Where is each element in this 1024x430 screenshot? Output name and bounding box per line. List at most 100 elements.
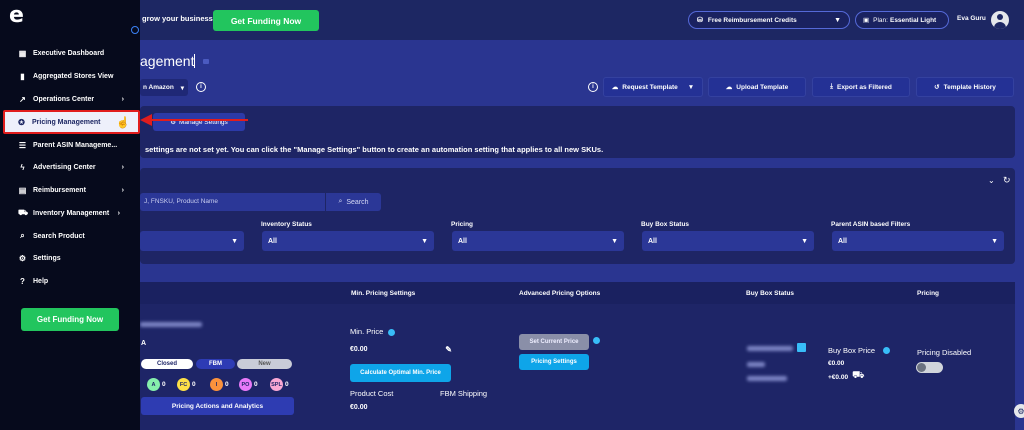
sidebar-item-advertising-center[interactable]: ϟ Advertising Center ›: [6, 159, 134, 175]
user-name: Eva Guru: [957, 15, 986, 22]
counter-po-badge: PO: [239, 378, 252, 391]
get-funding-button[interactable]: Get Funding Now: [213, 10, 319, 31]
refresh-icon[interactable]: ↻: [1003, 175, 1011, 186]
filter-select-status[interactable]: ▼: [140, 231, 244, 251]
upload-template-button[interactable]: ☁ Upload Template: [708, 77, 806, 97]
sidebar-item-executive-dashboard[interactable]: ▦ Executive Dashboard: [6, 45, 134, 61]
topbar-tagline: grow your business!: [142, 14, 216, 23]
pricing-filter-label: Pricing: [451, 221, 474, 228]
set-current-price-button[interactable]: Set Current Price: [519, 334, 589, 350]
chevron-right-icon: ›: [121, 186, 124, 194]
pricing-filter-value: All: [458, 237, 467, 245]
sidebar-item-label: Executive Dashboard: [33, 49, 105, 57]
history-icon: ↺: [934, 84, 940, 91]
chevron-down-icon: ▼: [834, 16, 841, 24]
marketplace-select[interactable]: n Amazon ▾: [140, 79, 188, 96]
list-icon: ☰: [18, 140, 27, 150]
bookmark-icon[interactable]: [203, 59, 209, 64]
sidebar-item-aggregated-stores[interactable]: ▮ Aggregated Stores View: [6, 68, 134, 84]
hand-cursor-icon: ☝: [116, 117, 130, 129]
parent-asin-filter-select[interactable]: All ▼: [832, 231, 1004, 251]
sidebar-item-inventory-management[interactable]: ⛟ Inventory Management ›: [6, 205, 134, 221]
sidebar-get-funding-button[interactable]: Get Funding Now: [21, 308, 119, 331]
plan-prefix: Plan:: [873, 16, 888, 24]
min-price-value-field[interactable]: €0.00 ✎: [350, 342, 452, 356]
plan-badge[interactable]: ▣ Plan: Essential Light: [855, 11, 949, 29]
counter-fc-badge: FC: [177, 378, 190, 391]
user-icon: [997, 14, 1003, 20]
search-input[interactable]: J, FNSKU, Product Name: [140, 193, 325, 211]
search-icon: ⌕: [338, 198, 343, 205]
buy-box-price-value: €0.00: [828, 360, 845, 367]
counter-spl-count: 0: [285, 381, 289, 388]
sidebar-item-search-product[interactable]: ⌕ Search Product: [6, 228, 134, 244]
credits-label: Free Reimbursement Credits: [707, 16, 797, 24]
sidebar-item-label: Advertising Center: [33, 163, 96, 171]
counter-a-badge: A: [147, 378, 160, 391]
template-history-label: Template History: [943, 83, 996, 91]
sidebar-item-parent-asin[interactable]: ☰ Parent ASIN Manageme...: [6, 137, 134, 153]
plan-icon: ▣: [863, 17, 870, 24]
closed-badge: Closed: [141, 359, 193, 369]
search-icon: ⌕: [20, 231, 25, 240]
page-title: agement: [140, 53, 195, 69]
pencil-icon[interactable]: ✎: [445, 345, 452, 354]
cloud-download-icon: ☁: [611, 84, 619, 91]
logo-icon[interactable]: e: [9, 5, 29, 28]
info-icon[interactable]: i: [588, 82, 598, 92]
sidebar-toggle-icon[interactable]: [131, 26, 139, 34]
buybox-status-label: Buy Box Status: [641, 221, 690, 228]
chevron-down-icon[interactable]: ⌄: [988, 176, 995, 185]
col-advanced-pricing: Advanced Pricing Options: [519, 290, 601, 297]
dashboard-icon: ▦: [18, 48, 27, 58]
sidebar-item-label: Help: [33, 277, 49, 285]
info-icon[interactable]: i: [196, 82, 206, 92]
pricing-filter-select[interactable]: All ▼: [452, 231, 624, 251]
pricing-actions-button[interactable]: Pricing Actions and Analytics: [141, 397, 294, 415]
cloud-upload-icon: ☁: [725, 84, 733, 91]
toggle-knob: [917, 363, 926, 372]
inventory-status-select[interactable]: All ▼: [262, 231, 434, 251]
buybox-status-value: All: [648, 237, 657, 245]
buy-box-shipping-value: +€0.00: [828, 374, 849, 381]
pricing-settings-button[interactable]: Pricing Settings: [519, 354, 589, 370]
credits-dropdown[interactable]: ⛁ Free Reimbursement Credits ▼: [688, 11, 850, 29]
counter-a-count: 0: [162, 381, 166, 388]
pricing-status-label: Pricing Disabled: [917, 348, 972, 357]
buybox-detail-redacted: [747, 376, 787, 381]
parent-asin-filter-label: Parent ASIN based Filters: [831, 221, 911, 228]
bolt-icon: ϟ: [20, 162, 25, 172]
info-icon[interactable]: [388, 329, 395, 336]
sidebar-item-help[interactable]: ? Help: [6, 273, 134, 289]
pricing-toggle[interactable]: [916, 362, 943, 373]
sidebar-item-reimbursement[interactable]: ▤ Reimbursement ›: [6, 182, 134, 198]
search-button[interactable]: ⌕ Search: [325, 193, 381, 211]
info-icon[interactable]: [883, 347, 890, 354]
sidebar-item-label: Reimbursement: [33, 186, 86, 194]
chevron-down-icon: ▼: [421, 237, 428, 245]
buybox-status-select[interactable]: All ▼: [642, 231, 814, 251]
sidebar-item-label: Inventory Management: [33, 209, 110, 217]
sidebar-item-label: Settings: [33, 254, 61, 262]
inventory-status-label: Inventory Status: [261, 221, 312, 228]
sidebar-item-operations-center[interactable]: ↗ Operations Center ›: [6, 91, 134, 107]
template-history-button[interactable]: ↺ Template History: [916, 77, 1014, 97]
buy-box-price-label: Buy Box Price: [828, 346, 876, 355]
chevron-down-icon: ▾: [180, 84, 184, 92]
product-cost-label: Product Cost: [350, 389, 394, 398]
export-filtered-button[interactable]: ⤓ Export as Filtered: [812, 77, 910, 97]
chevron-down-icon: ▼: [611, 237, 618, 245]
new-badge: New: [237, 359, 292, 369]
request-template-button[interactable]: ☁ Request Template ▼: [603, 77, 703, 97]
info-icon[interactable]: [593, 337, 600, 344]
sidebar-item-label: Aggregated Stores View: [33, 72, 114, 80]
avatar[interactable]: [991, 11, 1009, 29]
sidebar-item-settings[interactable]: ⚙ Settings: [6, 250, 134, 266]
buybox-winner-redacted: [747, 346, 793, 351]
buybox-seller-redacted: [747, 362, 765, 367]
calculate-min-price-button[interactable]: Calculate Optimal Min. Price: [350, 364, 451, 382]
top-bar: grow your business! Get Funding Now ⛁ Fr…: [0, 0, 1024, 40]
gear-icon[interactable]: ⚙: [1014, 404, 1024, 418]
request-template-label: Request Template: [622, 83, 678, 91]
prime-icon: [797, 343, 806, 352]
